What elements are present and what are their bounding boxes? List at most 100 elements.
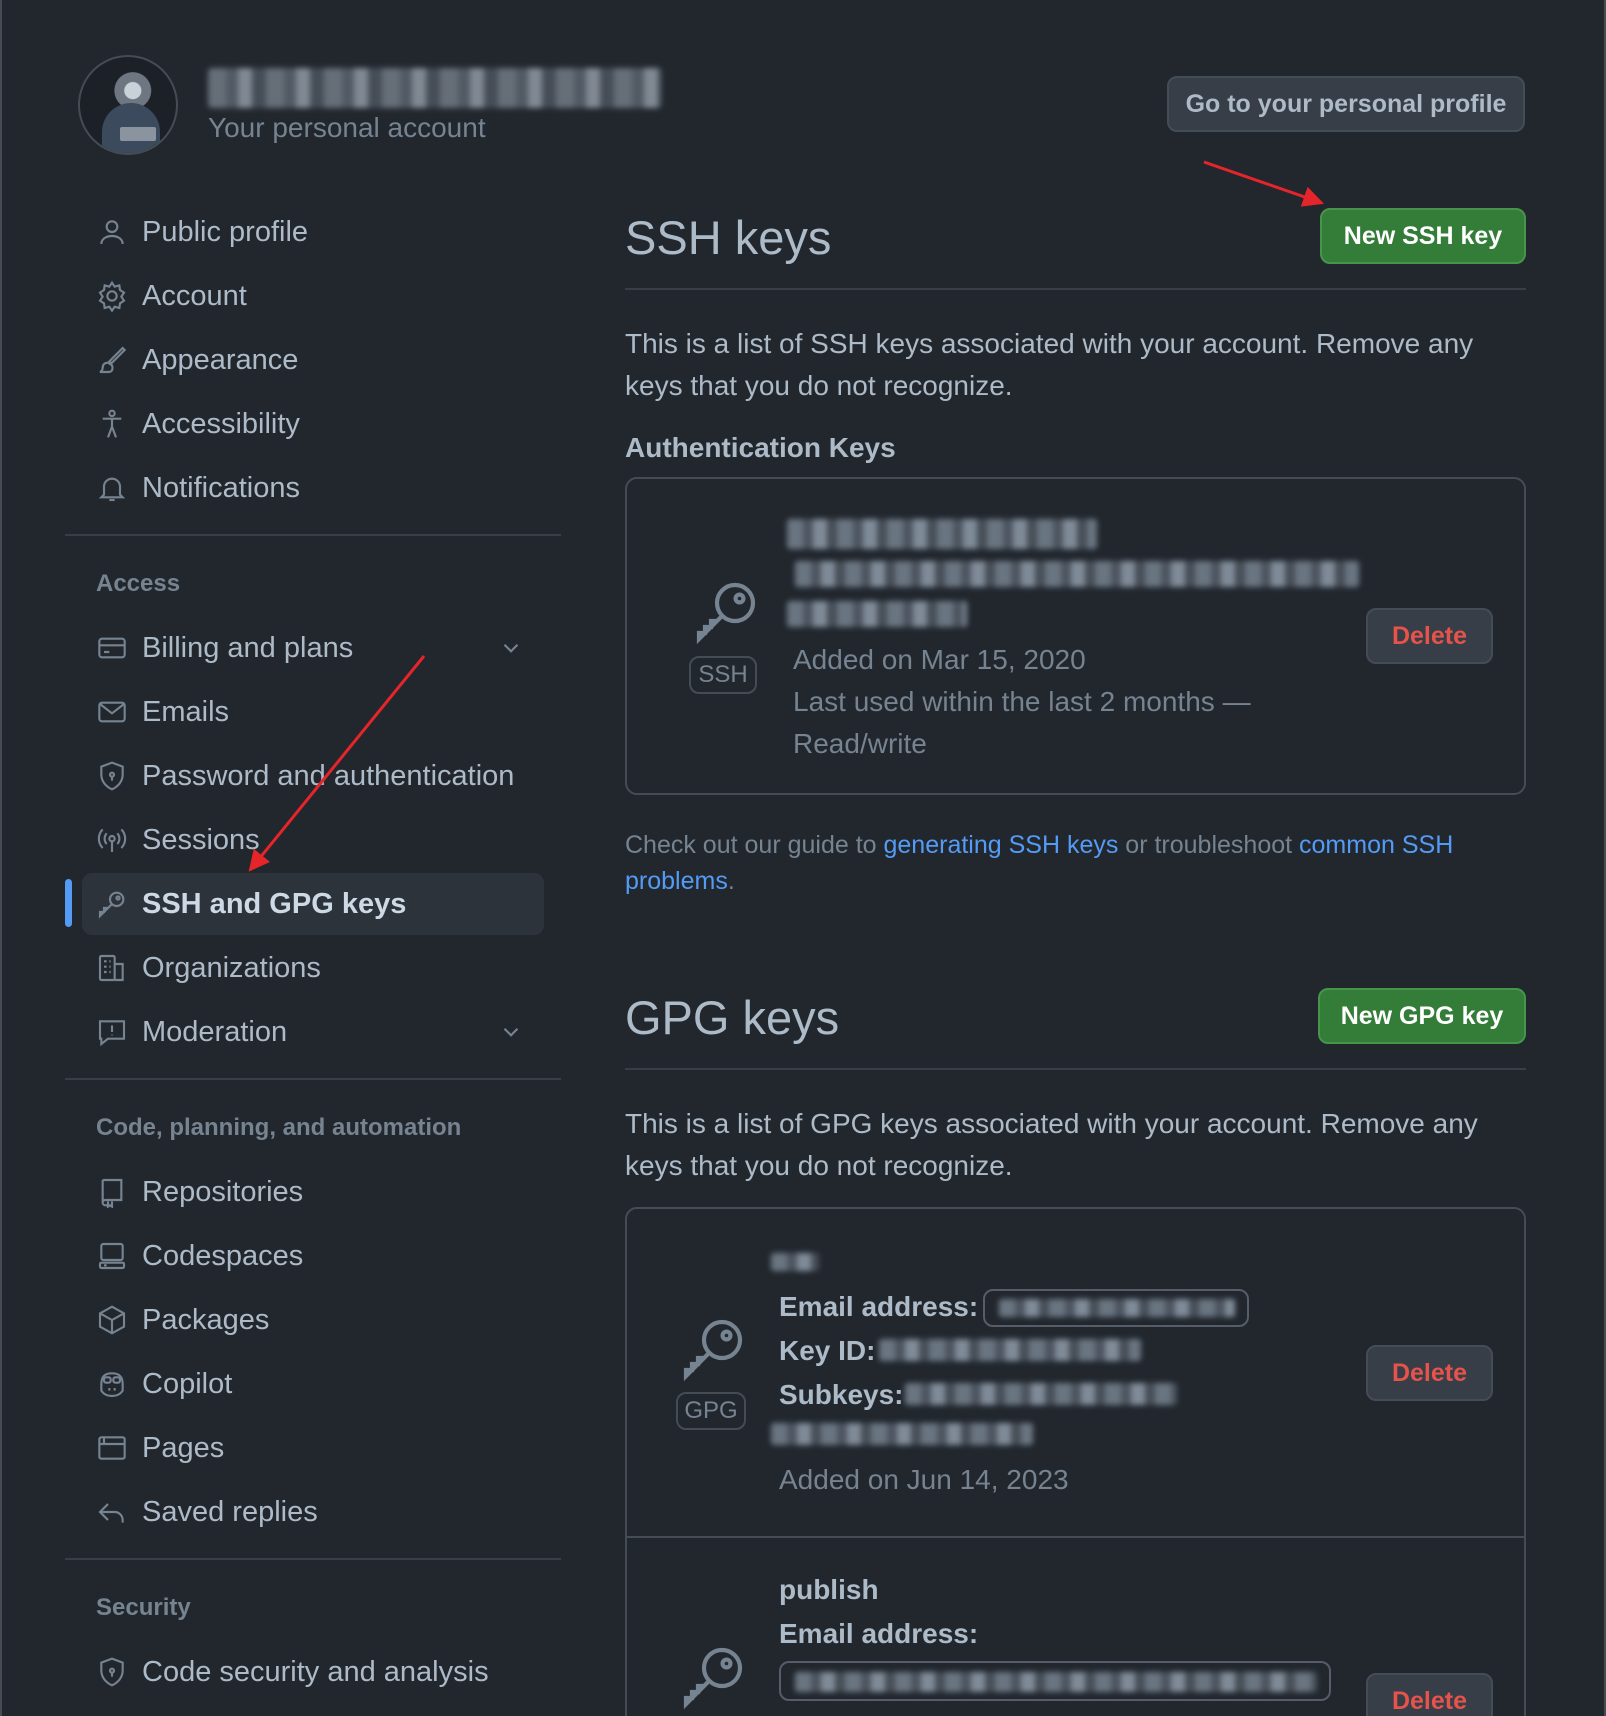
sidebar-item-label: Accessibility [142,407,300,440]
ssh-tag: SSH [689,656,757,694]
gpg-tag: GPG [676,1392,746,1430]
sidebar-item-label: Public profile [142,215,309,248]
section-label-access: Access [96,570,181,597]
browser-icon [82,1432,142,1464]
sidebar-item-appearance[interactable]: Appearance [82,329,544,391]
sidebar-item-emails[interactable]: Emails [82,681,544,743]
gpg-subkeys-label: Subkeys: [779,1379,904,1410]
mail-icon [82,696,142,728]
gpg-subkeys-redacted [771,1423,1033,1445]
guide-text: . [727,867,735,895]
organization-icon [82,952,142,984]
gpg-key-name-redacted [771,1253,819,1271]
sidebar-item-saved-replies[interactable]: Saved replies [82,1481,544,1543]
sidebar-item-code-security[interactable]: Code security and analysis [82,1641,544,1703]
shield-icon [82,760,142,792]
sidebar-item-label: Emails [142,695,230,728]
sidebar-item-label: Copilot [142,1367,233,1400]
gpg-description: This is a list of GPG keys associated wi… [625,1108,1478,1181]
copilot-icon [82,1368,142,1400]
sidebar-item-billing[interactable]: Billing and plans [82,617,544,679]
ssh-key-access: Read/write [793,728,927,759]
codespaces-icon [82,1240,142,1272]
sidebar-item-label: Account [142,279,247,312]
key-icon [677,1641,749,1716]
ssh-key-fingerprint-redacted [787,601,967,627]
bell-icon [82,472,142,504]
sidebar-item-sessions[interactable]: Sessions [82,809,544,871]
ssh-keys-title: SSH keys [625,211,832,264]
sidebar-item-accessibility[interactable]: Accessibility [82,393,544,455]
ssh-key-card: SSH Added on Mar 15, 2020 Last used with… [625,477,1526,795]
sidebar-item-organizations[interactable]: Organizations [82,937,544,999]
key-icon [677,1313,749,1390]
sidebar-item-pages[interactable]: Pages [82,1417,544,1479]
sidebar-item-label: SSH and GPG keys [142,887,407,920]
new-gpg-key-button[interactable]: New GPG key [1318,988,1526,1044]
gpg-row-separator [627,1536,1524,1538]
generating-ssh-keys-link[interactable]: generating SSH keys [884,831,1119,859]
repo-icon [82,1176,142,1208]
gpg-email-redacted [795,1672,1317,1692]
accessibility-icon [82,408,142,440]
chevron-down-icon[interactable] [498,635,524,666]
sidebar-item-label: Pages [142,1431,225,1464]
ssh-key-fingerprint-redacted [795,561,1359,587]
sidebar-item-copilot[interactable]: Copilot [82,1353,544,1415]
new-ssh-key-button[interactable]: New SSH key [1320,208,1526,264]
sidebar-divider [65,1558,561,1560]
chevron-down-icon[interactable] [498,1019,524,1050]
key-icon [690,576,762,653]
gpg-email-badge [983,1289,1249,1327]
sidebar-divider [65,534,561,536]
section-label-security: Security [96,1594,191,1621]
delete-gpg-key-button[interactable]: Delete [1366,1673,1493,1716]
sidebar-item-packages[interactable]: Packages [82,1289,544,1351]
ssh-key-last-used: Last used within the last 2 months — [793,686,1251,717]
section-label-code: Code, planning, and automation [96,1114,462,1141]
paintbrush-icon [82,344,142,376]
sidebar-item-public-profile[interactable]: Public profile [82,201,544,263]
ssh-key-added: Added on Mar 15, 2020 [793,644,1086,675]
gpg-email-label: Email address: [779,1291,979,1322]
sidebar-item-notifications[interactable]: Notifications [82,457,544,519]
ssh-key-name-redacted [787,519,1097,549]
auth-keys-heading: Authentication Keys [625,432,896,463]
sidebar-item-label: Sessions [142,823,260,856]
guide-text: or troubleshoot [1118,831,1300,859]
sidebar-item-label: Password and authentication [142,759,515,792]
gpg-email-label: Email address: [779,1618,979,1649]
sidebar-item-moderation[interactable]: Moderation [82,1001,544,1063]
active-indicator [65,879,72,927]
credit-card-icon [82,632,142,664]
gear-icon [82,280,142,312]
delete-gpg-key-button[interactable]: Delete [1366,1345,1493,1401]
sidebar-item-codespaces[interactable]: Codespaces [82,1225,544,1287]
sidebar-item-label: Notifications [142,471,300,504]
sidebar-item-label: Repositories [142,1175,304,1208]
sidebar-item-label: Saved replies [142,1495,318,1528]
sidebar-item-label: Code security and analysis [142,1655,489,1688]
guide-text: Check out our guide to [625,831,884,859]
gpg-keys-title: GPG keys [625,991,840,1044]
sidebar-item-account[interactable]: Account [82,265,544,327]
sidebar-item-label: Packages [142,1303,270,1336]
sidebar-item-ssh-gpg-keys[interactable]: SSH and GPG keys [82,873,544,935]
gpg-key-added: Added on Jun 14, 2023 [779,1464,1069,1495]
person-icon [82,216,142,248]
avatar[interactable] [78,55,178,155]
gpg-title-rule [625,1068,1526,1070]
reply-icon [82,1496,142,1528]
sidebar-item-repositories[interactable]: Repositories [82,1161,544,1223]
gpg-keyid-label: Key ID: [779,1335,876,1366]
account-subtitle: Your personal account [208,112,486,143]
package-icon [82,1304,142,1336]
username-redacted [208,68,662,108]
sidebar-item-password[interactable]: Password and authentication [82,745,544,807]
go-to-profile-button[interactable]: Go to your personal profile [1167,76,1525,132]
gpg-key-list: GPG Email address: Key ID: Subkeys: Adde… [625,1207,1526,1716]
delete-ssh-key-button[interactable]: Delete [1366,608,1493,664]
report-icon [82,1016,142,1048]
broadcast-icon [82,824,142,856]
key-icon [82,888,142,920]
